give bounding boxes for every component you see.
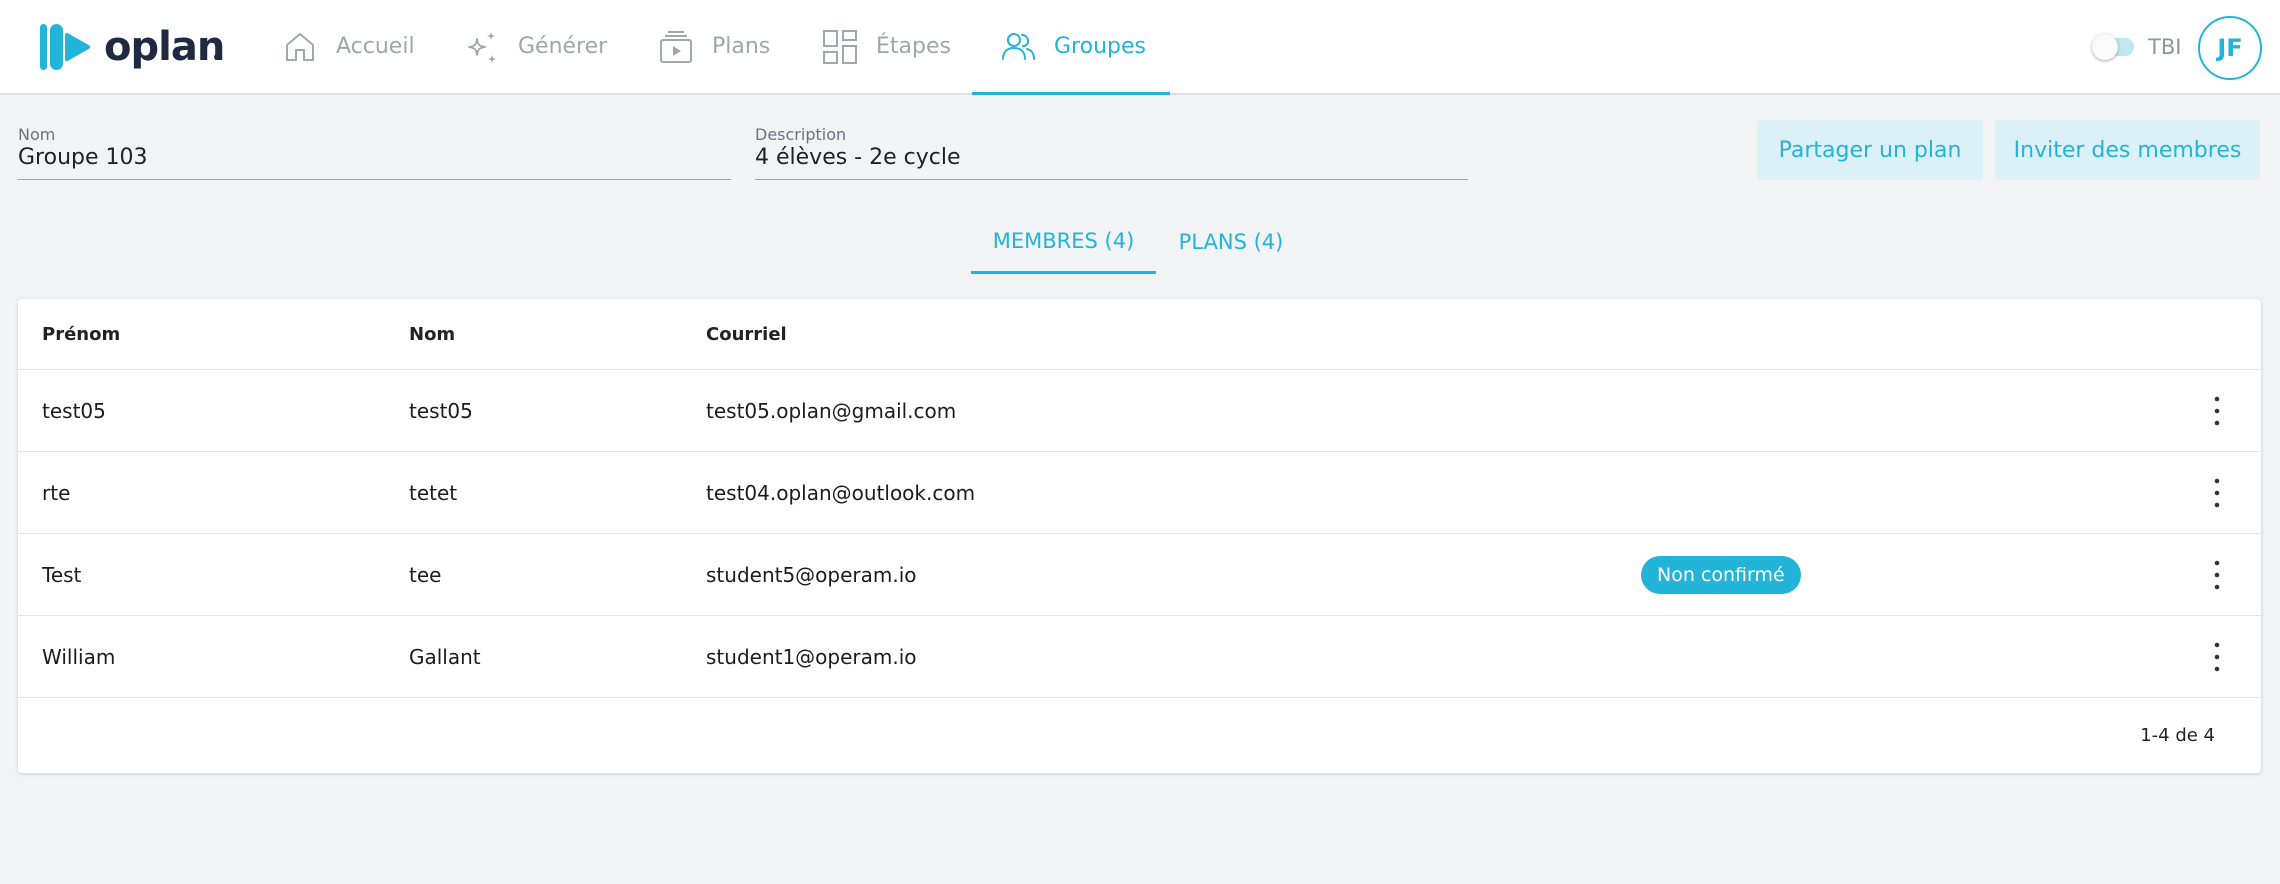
nav-accueil[interactable]: Accueil [282,0,415,93]
more-vertical-icon [2214,642,2220,672]
group-name-value[interactable]: Groupe 103 [18,145,148,170]
row-last-name: Gallant [409,644,481,669]
row-email: test04.oplan@outlook.com [706,480,976,505]
row-menu-button[interactable] [2198,638,2236,676]
group-name-label: Nom [18,125,56,144]
group-description-field[interactable]: Description 4 élèves - 2e cycle [755,122,1468,180]
play-plan-icon [660,30,692,63]
nav-groupes[interactable]: Groupes [972,0,1170,95]
logo-dot [214,54,220,60]
more-vertical-icon [2214,560,2220,590]
row-email: test05.oplan@gmail.com [706,398,957,423]
nav-plans-label: Plans [712,34,771,59]
row-first-name: test05 [42,398,106,423]
nav-etapes[interactable]: Étapes [822,0,951,93]
table-header: Prénom Nom Courriel [18,299,2261,370]
status-badge: Non confirmé [1641,556,1801,594]
row-last-name: tetet [409,480,458,505]
group-description-label: Description [755,125,847,144]
table-row[interactable]: William Gallant student1@operam.io [18,616,2261,698]
row-menu-button[interactable] [2198,556,2236,594]
table-footer: 1-4 de 4 [18,698,2261,773]
nav-plans[interactable]: Plans [658,0,770,93]
column-header-courriel[interactable]: Courriel [706,299,787,369]
tbi-toggle-knob [2092,34,2118,60]
tab-plans[interactable]: PLANS (4) [1161,210,1301,274]
members-table: Prénom Nom Courriel test05 test05 test05… [18,299,2261,773]
row-email: student5@operam.io [706,562,917,587]
row-menu-button[interactable] [2198,474,2236,512]
share-plan-button[interactable]: Partager un plan [1757,120,1983,180]
oplan-logo[interactable]: oplan [40,22,230,72]
more-vertical-icon [2214,396,2220,426]
row-email: student1@operam.io [706,644,917,669]
row-menu-button[interactable] [2198,392,2236,430]
column-header-nom[interactable]: Nom [409,299,455,369]
nav-generer[interactable]: Générer [464,0,607,93]
nav-accueil-label: Accueil [336,34,415,59]
logo-mark-icon [40,24,90,70]
column-header-prenom[interactable]: Prénom [42,299,120,369]
home-icon [286,32,314,61]
table-row[interactable]: test05 test05 test05.oplan@gmail.com [18,370,2261,452]
top-navigation-bar: oplan Accueil Générer Plans Étapes Group… [0,0,2280,95]
nav-etapes-label: Étapes [876,34,951,59]
row-first-name: William [42,644,116,669]
nav-groupes-label: Groupes [1054,34,1146,59]
table-row[interactable]: Test tee student5@operam.io Non confirmé [18,534,2261,616]
grid-icon [823,29,857,64]
group-name-field[interactable]: Nom Groupe 103 [18,122,731,180]
nav-generer-label: Générer [518,34,608,59]
tab-membres[interactable]: MEMBRES (4) [971,210,1156,274]
sparkle-icon [468,31,496,63]
row-first-name: rte [42,480,71,505]
pagination-info: 1-4 de 4 [2140,725,2215,746]
group-icon [1002,32,1035,60]
logo-text: oplan [104,24,225,70]
tbi-toggle[interactable] [2092,34,2134,60]
row-last-name: tee [409,562,442,587]
invite-members-button[interactable]: Inviter des membres [1995,120,2260,180]
tbi-label: TBI [2148,35,2182,59]
row-first-name: Test [42,562,82,587]
avatar[interactable]: JF [2198,16,2262,80]
tbi-toggle-group[interactable]: TBI [2092,30,2182,64]
row-last-name: test05 [409,398,473,423]
more-vertical-icon [2214,478,2220,508]
table-row[interactable]: rte tetet test04.oplan@outlook.com [18,452,2261,534]
group-description-value[interactable]: 4 élèves - 2e cycle [755,145,961,170]
